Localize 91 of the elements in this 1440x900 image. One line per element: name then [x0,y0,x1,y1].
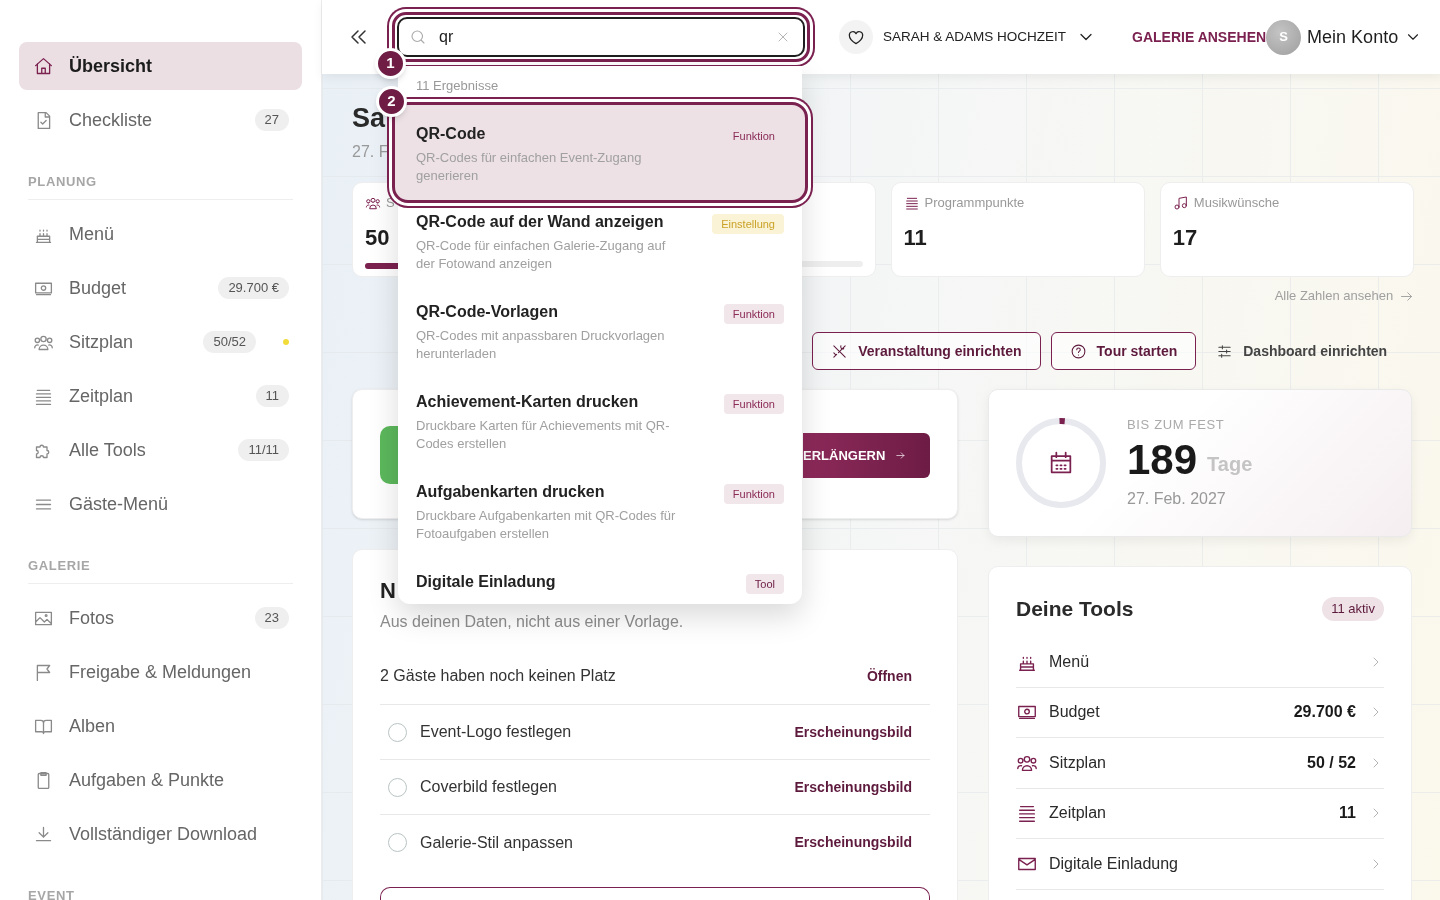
music-note-icon [1172,195,1189,211]
sidebar-item[interactable]: Zeitplan 11 [19,372,302,420]
stat-value: 11 [903,225,927,251]
sidebar-item[interactable]: Alle Tools 11/11 [19,426,302,474]
home-icon [33,55,54,77]
sidebar-item[interactable]: Fotos 23 [19,594,302,642]
search-result[interactable]: QR-Code-Vorlagen QR-Codes mit anpassbaren Druckvorlagen herunterladen Funktion [398,293,802,383]
result-description: Druckbare Karten für Achievements mit QR-Codes erstellen [416,417,671,453]
action-button[interactable]: Veranstaltung einrichten [812,332,1041,370]
account-menu[interactable]: S Mein Konto [1266,19,1423,55]
count-badge: 29.700 € [218,277,289,299]
countdown-value: 189 [1127,436,1198,483]
card-subtitle: Aus deinen Daten, nicht aus einer Vorlage. [380,612,685,632]
sidebar-item[interactable]: Freigabe & Meldungen [19,648,302,696]
open-link[interactable]: Öffnen [866,665,912,687]
card-title: N [380,578,396,604]
task-label: Event-Logo festlegen [420,722,573,742]
result-description: QR-Codes mit anpassbaren Druckvorlagen herunterladen [416,327,666,363]
sidebar-item[interactable]: Alben [19,702,302,750]
sidebar-item[interactable]: Checkliste 27 [19,96,302,144]
result-title: Aufgabenkarten drucken [416,482,606,502]
result-description: QR-Codes für einfachen Event-Zugang generieren [416,149,643,185]
category-link[interactable]: Erscheinungsbild [794,832,912,853]
result-title: Achievement-Karten drucken [416,392,640,412]
count-badge: 11 aktiv [1322,597,1384,621]
alert-text: 2 Gäste haben noch keinen Platz [380,666,616,686]
tool-value: 29.700 € [1293,702,1356,723]
section-heading: PLANUNG [28,174,97,189]
result-tag: Funktion [723,394,784,414]
result-tag: Einstellung [712,214,784,234]
count-badge: 27 [254,109,289,131]
avatar: S [1266,19,1302,55]
lines-icon [903,195,920,211]
result-title: QR-Code-Vorlagen [416,302,559,322]
tool-row[interactable]: Budget 29.700 € [1016,687,1384,738]
countdown-date: 27. Feb. 2027 [1127,488,1227,509]
sidebar-item[interactable]: Gäste-Menü [19,480,302,528]
tool-row[interactable]: Zeitplan 11 [1016,788,1384,839]
search-result[interactable]: Achievement-Karten drucken Druckbare Karten für Achievements mit QR-Codes erstellen Funktion [398,383,802,473]
tool-row[interactable]: Digitale Einladung [1016,839,1384,890]
stat-label: Musikwünsche [1193,194,1280,213]
search-result[interactable]: QR-Code auf der Wand anzeigen QR-Code für einfachen Galerie-Zugang auf der Fotowand anzeigen Einstellung [398,203,802,293]
result-title: Digitale Einladung [416,572,557,592]
task-label: Galerie-Stil anpassen [420,832,574,853]
stat-value: 50 [365,225,390,251]
result-title: QR-Code [416,124,487,144]
category-link[interactable]: Erscheinungsbild [794,721,912,743]
tools-icon [831,342,849,360]
count-badge: 11 [255,385,289,407]
search-result[interactable]: Aufgabenkarten drucken Druckbare Aufgabenkarten mit QR-Codes für Fotoaufgaben erstellen Funktion [398,473,802,563]
section-heading: GALERIE [28,558,91,573]
sidebar-item[interactable]: Sitzplan 50/52 [19,318,302,366]
stat-value: 17 [1172,225,1198,251]
sidebar-item[interactable]: Budget 29.700 € [19,264,302,312]
countdown-label: BIS ZUM FEST [1127,416,1226,435]
count-badge: 50/52 [203,331,256,353]
section-heading: EVENT [28,888,75,900]
tool-value: 50 / 52 [1307,752,1356,773]
card-title: Deine Tools [1016,596,1134,623]
result-tag: Funktion [723,484,784,504]
countdown-unit: Tage [1207,451,1253,477]
count-badge: 23 [254,607,289,629]
stat-label: Programmpunkte [924,194,1025,213]
help-icon [1069,342,1087,360]
search-result[interactable]: Digitale Einladung Tool [398,563,802,604]
count-badge: 11/11 [238,439,289,461]
action-button[interactable]: Tour starten [1050,332,1197,370]
search-icon [409,28,427,46]
sidebar-item[interactable]: Übersicht [19,42,302,90]
task-label: Coverbild festlegen [420,777,558,797]
result-title: QR-Code auf der Wand anzeigen [416,212,665,232]
tool-row[interactable]: Sitzplan 50 / 52 [1016,738,1384,789]
gallery-link[interactable]: GALERIE ANSEHEN [1132,26,1267,48]
extend-button[interactable]: ERLÄNGERN [803,433,930,478]
result-tag: Funktion [723,126,784,146]
people-icon [365,195,381,211]
tool-value: 11 [1339,803,1356,824]
event-switcher[interactable]: SARAH & ADAMS HOCHZEIT [839,20,1097,54]
results-count: 11 Ergebnisse [415,77,500,95]
result-tag: Funktion [723,304,784,324]
result-tag: Tool [745,574,784,594]
sidebar-item[interactable]: Vollständiger Download [19,810,302,858]
result-description: Druckbare Aufgabenkarten mit QR-Codes für Fotoaufgaben erstellen [416,507,677,543]
result-description: QR-Code für einfachen Galerie-Zugang auf der Fotowand anzeigen [416,237,667,273]
action-button[interactable]: Dashboard einrichten [1206,332,1398,370]
sidebar-item[interactable]: Aufgaben & Punkte [19,756,302,804]
category-link[interactable]: Erscheinungsbild [794,776,912,798]
search-field[interactable]: qr [397,17,805,57]
sliders-icon [1216,342,1234,360]
tool-row[interactable]: Menü [1016,637,1384,688]
sidebar-item[interactable]: Menü [19,210,302,258]
